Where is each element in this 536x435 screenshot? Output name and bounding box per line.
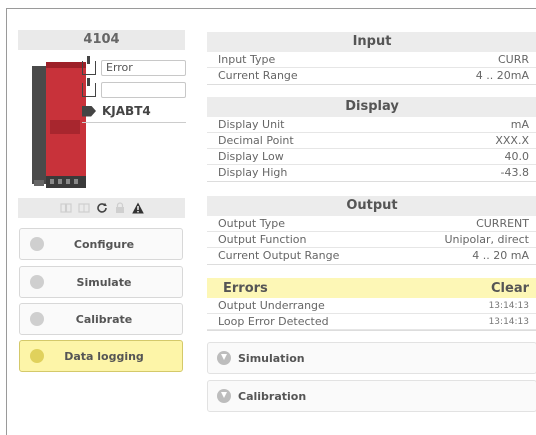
input-row: Current Range 4 .. 20mA (218, 69, 529, 82)
calibrate-button[interactable]: Calibrate (19, 303, 183, 335)
error-row: Output Underrange 13:14:13 (207, 298, 536, 314)
display-row: Display High -43.8 (218, 166, 529, 179)
calibrate-label: Calibrate (75, 312, 133, 326)
upload-icon (82, 56, 96, 75)
calibration-section-toggle[interactable]: Calibration (207, 380, 536, 412)
book-icon (59, 203, 72, 213)
configure-label: Configure (73, 237, 135, 251)
refresh-icon[interactable] (96, 202, 108, 214)
tag-icon (82, 105, 96, 117)
errors-header: Errors Clear (207, 278, 536, 298)
gear-icon (30, 237, 44, 251)
input-panel-title: Input (207, 32, 536, 52)
warning-icon[interactable] (131, 202, 144, 214)
display-row: Decimal Point XXX.X (207, 133, 536, 149)
device-title: 4104 (18, 30, 185, 50)
output-row: Output Type CURRENT (207, 216, 536, 232)
data-logging-button[interactable]: Data logging (19, 340, 183, 372)
error-row: Loop Error Detected 13:14:13 (207, 314, 536, 330)
display-row: Display Low 40.0 (207, 149, 536, 165)
simulation-section-toggle[interactable]: Simulation (207, 342, 536, 374)
data-logging-label: Data logging (64, 349, 144, 363)
output-row: Current Output Range 4 .. 20 mA (218, 249, 529, 262)
input-row: Input Type CURR (207, 52, 536, 68)
device-status-row: Error (82, 56, 186, 78)
device-fields: Error KJABT4 (82, 56, 186, 123)
device-status-field[interactable]: Error (101, 60, 186, 76)
device-status-strip (18, 198, 185, 218)
display-row: Display Unit mA (207, 117, 536, 133)
display-panel-title: Display (207, 97, 536, 117)
display-panel: Display Display Unit mA Decimal Point XXX.… (207, 97, 536, 182)
upload-icon (82, 78, 96, 97)
device-tag: KJABT4 (102, 104, 151, 118)
simulate-button[interactable]: Simulate (19, 266, 183, 298)
input-panel: Input Input Type CURR Current Range 4 .. 2… (207, 32, 536, 85)
clear-errors-button[interactable]: Clear (491, 281, 529, 296)
eye-icon (30, 275, 44, 289)
simulate-label: Simulate (76, 275, 132, 289)
lock-icon (115, 202, 124, 213)
device-second-row (82, 78, 186, 100)
configure-button[interactable]: Configure (19, 228, 183, 260)
device-image (32, 62, 86, 188)
chevron-down-icon (217, 351, 231, 365)
chevron-down-icon (217, 389, 231, 403)
log-icon (30, 349, 44, 363)
output-panel: Output Output Type CURRENT Output Functio… (207, 196, 536, 265)
output-row: Output Function Unipolar, direct (207, 232, 536, 248)
simulation-label: Simulation (238, 351, 305, 365)
wrench-icon (30, 312, 44, 326)
grid-icon (77, 203, 90, 213)
output-panel-title: Output (207, 196, 536, 216)
errors-title: Errors (223, 280, 268, 296)
device-tag-row: KJABT4 (82, 104, 186, 123)
device-second-field[interactable] (101, 82, 186, 98)
calibration-label: Calibration (238, 389, 307, 403)
device-card: 4104 Error KJABT4 (18, 30, 186, 198)
errors-panel: Errors Clear Output Underrange 13:14:13 L… (207, 278, 536, 331)
